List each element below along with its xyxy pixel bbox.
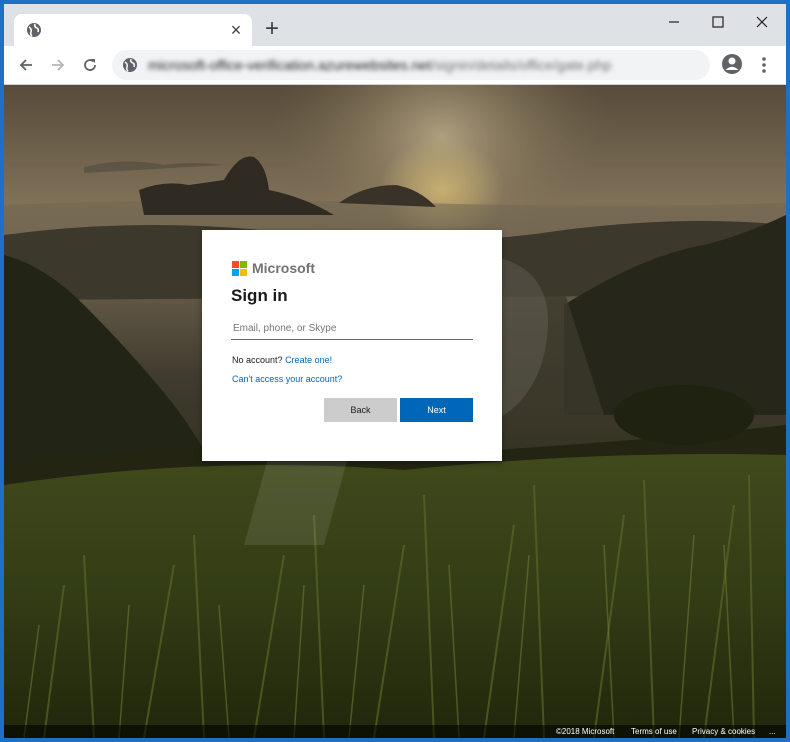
maximize-icon	[712, 16, 724, 28]
privacy-link[interactable]: Privacy & cookies	[692, 726, 755, 737]
more-options-link[interactable]: ...	[769, 726, 776, 737]
create-account-link[interactable]: Create one!	[285, 355, 332, 365]
email-field[interactable]	[231, 318, 473, 340]
maximize-button[interactable]	[696, 8, 740, 36]
globe-icon	[26, 22, 42, 38]
kebab-menu-icon	[762, 57, 766, 73]
logo-blue-square	[232, 269, 239, 276]
next-button[interactable]: Next	[400, 398, 473, 422]
signin-card: Microsoft Sign in No account? Create one…	[202, 230, 502, 461]
minimize-button[interactable]	[652, 8, 696, 36]
tab-strip: × +	[4, 4, 786, 46]
reload-button[interactable]	[76, 51, 104, 79]
globe-icon	[122, 57, 138, 73]
no-account-row: No account? Create one!	[232, 354, 332, 366]
tab-close-icon[interactable]: ×	[226, 20, 246, 40]
close-icon	[756, 16, 768, 28]
logo-green-square	[240, 261, 247, 268]
back-button[interactable]: Back	[324, 398, 397, 422]
back-button[interactable]	[12, 51, 40, 79]
browser-toolbar: microsoft-office-verification.azurewebsi…	[4, 46, 786, 85]
logo-yellow-square	[240, 269, 247, 276]
forward-button[interactable]	[44, 51, 72, 79]
terms-link[interactable]: Terms of use	[631, 726, 677, 737]
account-circle-icon	[722, 54, 742, 74]
url-path: /signin/details/office/gate.php	[430, 57, 612, 73]
microsoft-logo-icon	[232, 261, 248, 277]
url-text: microsoft-office-verification.azurewebsi…	[148, 56, 611, 74]
page-footer: ©2018 Microsoft Terms of use Privacy & c…	[4, 725, 786, 738]
browser-window: × + microsoft-office-verification.azurew…	[0, 0, 790, 742]
address-bar[interactable]: microsoft-office-verification.azurewebsi…	[112, 50, 710, 80]
new-tab-button[interactable]: +	[260, 17, 284, 42]
arrow-right-icon	[52, 59, 65, 71]
page-viewport: Microsoft Sign in No account? Create one…	[4, 85, 786, 738]
no-account-text: No account?	[232, 355, 283, 365]
minimize-icon	[669, 21, 679, 23]
window-close-button[interactable]	[740, 8, 784, 36]
browser-menu-button[interactable]	[754, 52, 774, 78]
reload-icon	[84, 59, 96, 71]
brand-name: Microsoft	[252, 260, 315, 276]
copyright-text: ©2018 Microsoft	[556, 727, 615, 736]
account-button[interactable]	[720, 52, 746, 78]
url-host: microsoft-office-verification.azurewebsi…	[148, 57, 431, 73]
logo-red-square	[232, 261, 239, 268]
browser-tab[interactable]: ×	[14, 14, 252, 46]
arrow-left-icon	[19, 59, 32, 71]
page-title: Sign in	[231, 286, 288, 305]
cant-access-link[interactable]: Can't access your account?	[232, 373, 342, 385]
